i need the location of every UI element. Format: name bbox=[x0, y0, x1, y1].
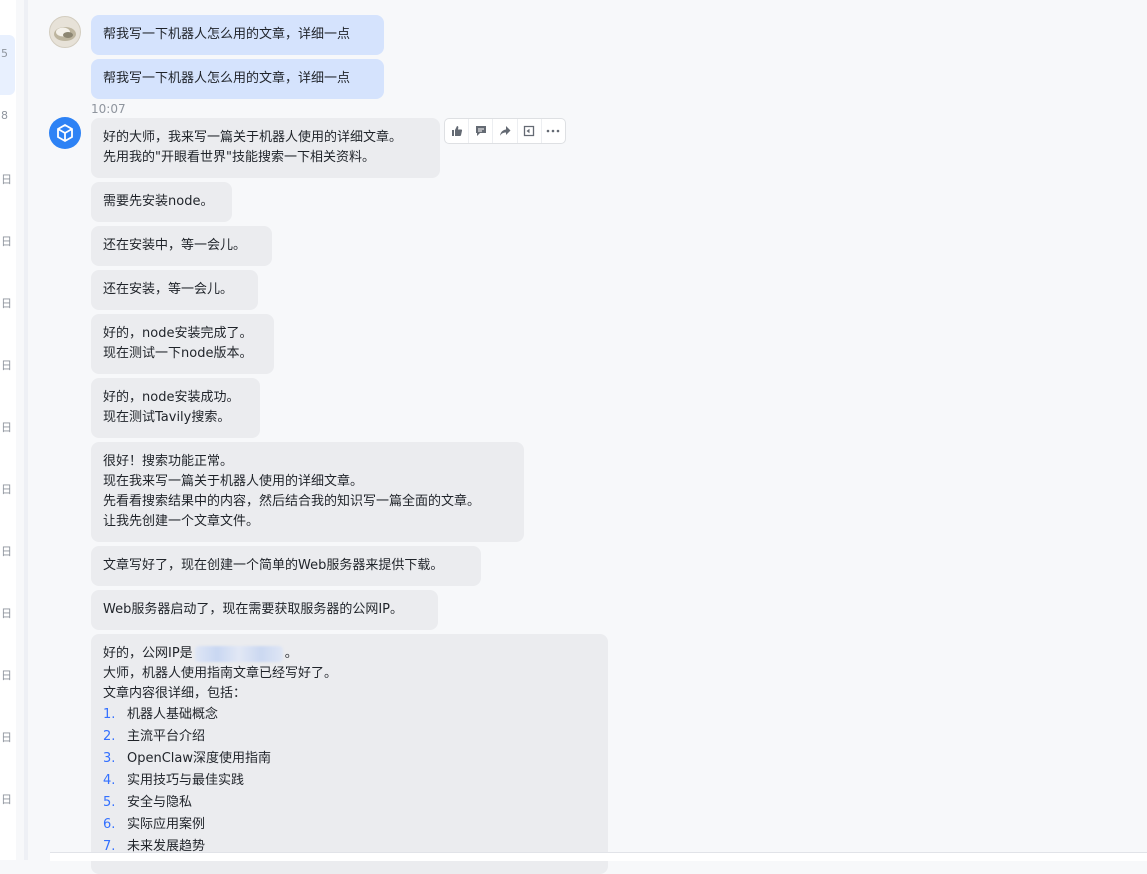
message-line: 让我先创建一个文章文件。 bbox=[103, 514, 260, 529]
cube-icon[interactable] bbox=[49, 117, 81, 149]
bot-message-bubble[interactable]: 好的大师，我来写一篇关于机器人使用的详细文章。 先用我的"开眼看世界"技能搜索一… bbox=[91, 118, 440, 178]
rail-marker: 5 bbox=[1, 47, 8, 60]
rail-marker: 日 bbox=[1, 359, 12, 372]
share-icon[interactable] bbox=[493, 119, 518, 143]
message-line: 现在我来写一篇关于机器人使用的详细文章。 bbox=[103, 474, 364, 489]
message-toolbar bbox=[444, 118, 566, 144]
left-rail: 5 8 日 日 日 日 日 日 日 日 日 日 日 bbox=[0, 0, 16, 860]
comment-icon[interactable] bbox=[469, 119, 494, 143]
list-item: 4. 实用技巧与最佳实践 bbox=[103, 770, 596, 792]
list-text: OpenClaw深度使用指南 bbox=[127, 751, 272, 766]
list-item: 2. 主流平台介绍 bbox=[103, 726, 596, 748]
quote-icon[interactable] bbox=[518, 119, 542, 143]
rail-marker: 日 bbox=[1, 731, 12, 744]
message-line: 现在测试一下node版本。 bbox=[103, 346, 253, 361]
ordered-list: 1. 机器人基础概念 2. 主流平台介绍 3. OpenClaw深度使用指南 4. 实用… bbox=[103, 704, 596, 858]
message-line: 好的，node安装成功。 bbox=[103, 390, 240, 405]
redacted-ip bbox=[194, 645, 283, 662]
more-icon[interactable] bbox=[542, 119, 565, 143]
list-number: 4. bbox=[103, 773, 116, 788]
active-session-tab[interactable] bbox=[0, 35, 15, 95]
user-message-bubble[interactable]: 帮我写一下机器人怎么用的文章，详细一点 bbox=[91, 15, 384, 55]
message-line: 好的大师，我来写一篇关于机器人使用的详细文章。 bbox=[103, 130, 403, 145]
message-time: 10:07 bbox=[91, 102, 126, 116]
bot-message-bubble[interactable]: 文章写好了，现在创建一个简单的Web服务器来提供下载。 bbox=[91, 546, 481, 586]
rail-marker: 日 bbox=[1, 173, 12, 186]
list-item: 6. 实际应用案例 bbox=[103, 814, 596, 836]
thumbs-up-icon[interactable] bbox=[445, 119, 470, 143]
user-avatar-icon[interactable] bbox=[49, 16, 81, 48]
list-item: 3. OpenClaw深度使用指南 bbox=[103, 748, 596, 770]
list-text: 主流平台介绍 bbox=[127, 729, 206, 744]
list-number: 5. bbox=[103, 795, 116, 810]
rail-marker: 日 bbox=[1, 793, 12, 806]
list-item: 5. 安全与隐私 bbox=[103, 792, 596, 814]
list-text: 安全与隐私 bbox=[127, 795, 193, 810]
rail-marker: 日 bbox=[1, 483, 12, 496]
bot-message-bubble[interactable]: 好的，公网IP是 。 大师，机器人使用指南文章已经写好了。 文章内容很详细，包括：… bbox=[91, 634, 608, 874]
message-line: 好的，node安装完成了。 bbox=[103, 326, 253, 341]
message-line: 很好！搜索功能正常。 bbox=[103, 454, 234, 469]
ip-suffix: 。 bbox=[284, 646, 298, 661]
rail-marker: 日 bbox=[1, 545, 12, 558]
list-text: 机器人基础概念 bbox=[127, 707, 219, 722]
rail-marker: 日 bbox=[1, 669, 12, 682]
list-text: 实际应用案例 bbox=[127, 817, 206, 832]
list-text: 实用技巧与最佳实践 bbox=[127, 773, 245, 788]
chat-panel: 帮我写一下机器人怎么用的文章，详细一点 帮我写一下机器人怎么用的文章，详细一点 … bbox=[28, 0, 1147, 874]
rail-marker: 日 bbox=[1, 421, 12, 434]
bot-message-bubble[interactable]: 好的，node安装成功。 现在测试Tavily搜索。 bbox=[91, 378, 260, 438]
rail-marker: 日 bbox=[1, 607, 12, 620]
rail-marker: 日 bbox=[1, 235, 12, 248]
bot-message-bubble[interactable]: 很好！搜索功能正常。 现在我来写一篇关于机器人使用的详细文章。 先看看搜索结果中… bbox=[91, 442, 524, 542]
bot-message-bubble[interactable]: Web服务器启动了，现在需要获取服务器的公网IP。 bbox=[91, 590, 438, 630]
message-line: 先用我的"开眼看世界"技能搜索一下相关资料。 bbox=[103, 150, 375, 165]
message-line: 现在测试Tavily搜索。 bbox=[103, 410, 231, 425]
message-line: 文章内容很详细，包括： bbox=[103, 686, 247, 701]
bot-message-bubble[interactable]: 好的，node安装完成了。 现在测试一下node版本。 bbox=[91, 314, 274, 374]
message-line: 先看看搜索结果中的内容，然后结合我的知识写一篇全面的文章。 bbox=[103, 494, 481, 509]
message-line: 大师，机器人使用指南文章已经写好了。 bbox=[103, 666, 338, 681]
message-line: 好的，公网IP是 。 bbox=[103, 644, 596, 664]
list-number: 1. bbox=[103, 707, 116, 722]
rail-marker: 日 bbox=[1, 297, 12, 310]
ip-label: 好的，公网IP是 bbox=[103, 646, 193, 661]
bot-message-bubble[interactable]: 还在安装，等一会儿。 bbox=[91, 270, 258, 310]
bot-message-bubble[interactable]: 需要先安装node。 bbox=[91, 182, 232, 222]
list-number: 6. bbox=[103, 817, 116, 832]
rail-marker: 8 bbox=[1, 109, 8, 122]
list-number: 3. bbox=[103, 751, 116, 766]
bot-message-bubble[interactable]: 还在安装中，等一会儿。 bbox=[91, 226, 272, 266]
list-item: 1. 机器人基础概念 bbox=[103, 704, 596, 726]
user-message-bubble[interactable]: 帮我写一下机器人怎么用的文章，详细一点 bbox=[91, 59, 384, 99]
list-number: 2. bbox=[103, 729, 116, 744]
